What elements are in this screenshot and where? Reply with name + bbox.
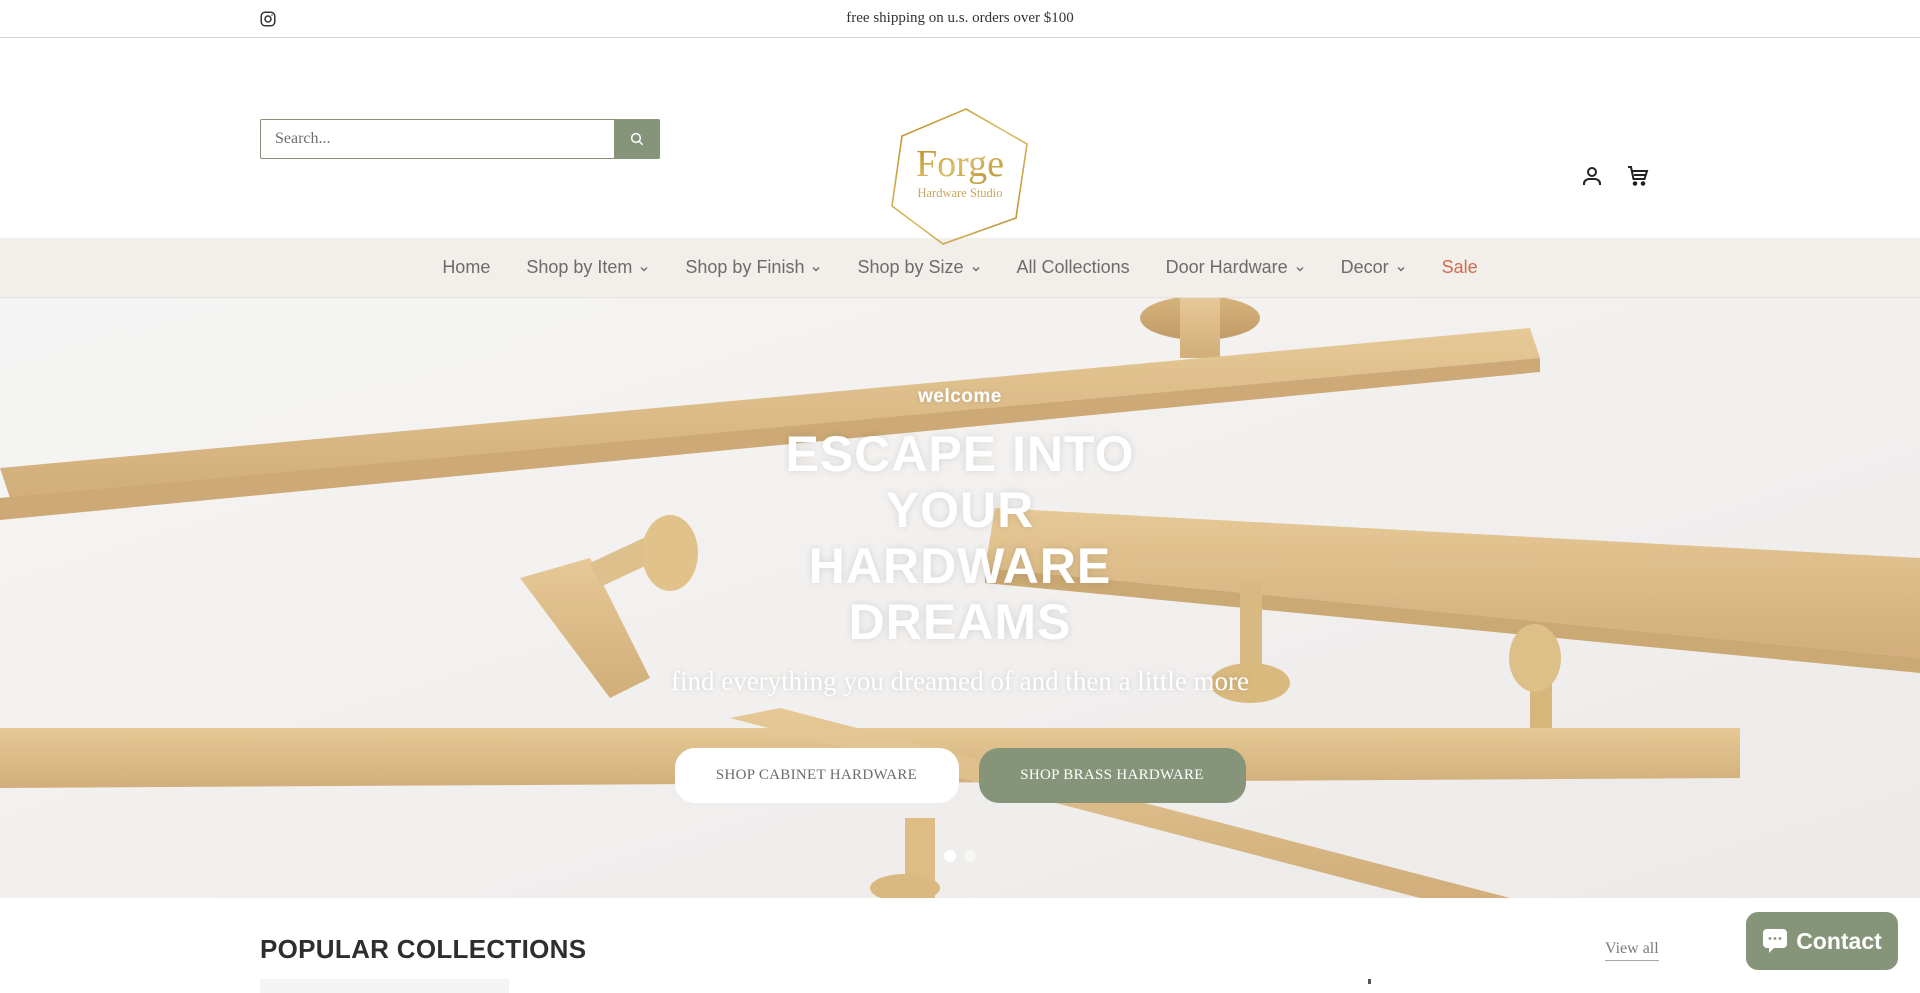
view-all-link[interactable]: View all [1605, 940, 1659, 961]
nav-label: Door Hardware [1165, 257, 1288, 277]
logo-title: Forge [916, 143, 1004, 185]
chevron-down-icon [1397, 266, 1405, 271]
contact-chat-button[interactable]: Contact [1746, 912, 1898, 970]
nav-item-shop-by-size[interactable]: Shop by Size [839, 257, 998, 278]
collection-card[interactable] [260, 979, 509, 993]
popular-collections: POPULAR COLLECTIONS View all [0, 898, 1920, 993]
chevron-down-icon [972, 266, 980, 271]
collection-card-fragment [1368, 979, 1371, 984]
nav-label: Shop by Item [526, 257, 633, 277]
shop-brass-hardware-button[interactable]: SHOP BRASS HARDWARE [978, 748, 1246, 803]
hero-slideshow: welcome ESCAPE INTO YOUR HARDWARE DREAMS… [0, 298, 1920, 898]
nav-label: Decor [1340, 257, 1389, 277]
nav-label: Sale [1441, 257, 1478, 277]
nav-item-all-collections[interactable]: All Collections [999, 257, 1148, 278]
hero-subheading: find everything you dreamed of and then … [670, 666, 1250, 696]
nav-item-home[interactable]: Home [424, 257, 508, 278]
section-title: POPULAR COLLECTIONS [260, 934, 587, 964]
cart-icon[interactable] [1626, 164, 1650, 188]
chevron-down-icon [640, 266, 648, 271]
slideshow-dots [944, 850, 976, 862]
announcement-message: free shipping on u.s. orders over $100 [846, 10, 1074, 26]
nav-item-decor[interactable]: Decor [1323, 257, 1424, 278]
nav-item-shop-by-item[interactable]: Shop by Item [508, 257, 667, 278]
header-icons [1580, 164, 1650, 188]
nav-item-shop-by-finish[interactable]: Shop by Finish [667, 257, 839, 278]
nav-label: Shop by Size [857, 257, 964, 277]
instagram-icon[interactable] [259, 10, 277, 28]
nav-label: Home [442, 257, 491, 277]
hero-buttons: SHOP CABINET HARDWARE SHOP BRASS HARDWAR… [0, 748, 1920, 803]
nav-item-sale[interactable]: Sale [1424, 257, 1496, 278]
search-input[interactable] [260, 119, 614, 159]
site-header: Forge Hardware Studio [0, 38, 1920, 245]
slide-dot-1[interactable] [944, 850, 956, 862]
nav-item-door-hardware[interactable]: Door Hardware [1148, 257, 1323, 278]
search-icon [630, 132, 644, 146]
account-icon[interactable] [1580, 164, 1604, 188]
search-button[interactable] [614, 119, 660, 159]
hero-headline: ESCAPE INTO YOUR HARDWARE DREAMS [785, 426, 1135, 650]
logo-subtitle: Hardware Studio [917, 186, 1002, 200]
chat-bubble-icon [1763, 929, 1788, 953]
search-form [260, 119, 660, 159]
nav-label: All Collections [1016, 257, 1130, 277]
store-logo[interactable]: Forge Hardware Studio [888, 106, 1032, 248]
chevron-down-icon [1296, 266, 1304, 271]
shop-cabinet-hardware-button[interactable]: SHOP CABINET HARDWARE [674, 748, 959, 803]
slide-dot-2[interactable] [964, 850, 976, 862]
announcement-bar: free shipping on u.s. orders over $100 [0, 0, 1920, 38]
nav-label: Shop by Finish [685, 257, 805, 277]
chevron-down-icon [812, 266, 820, 271]
hero-eyebrow: welcome [918, 386, 1002, 407]
contact-label: Contact [1796, 927, 1882, 954]
